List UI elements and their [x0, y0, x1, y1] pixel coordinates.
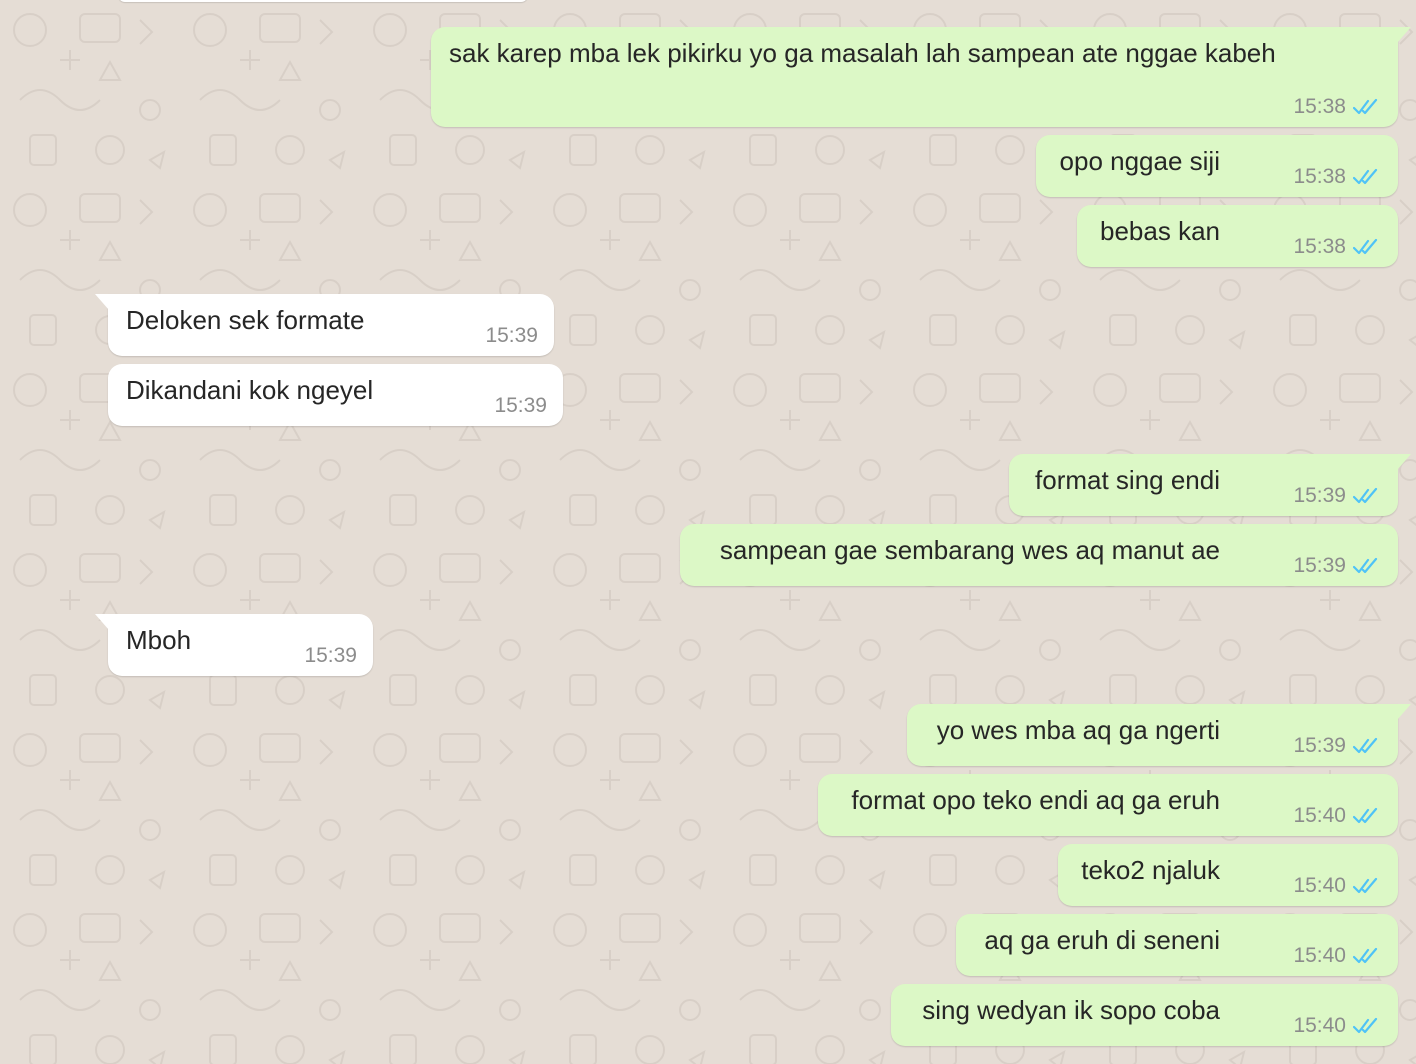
message-meta: 15:39	[494, 394, 547, 418]
double-check-read-icon	[1353, 877, 1378, 894]
message-time: 15:38	[1293, 165, 1346, 188]
message-text: Mboh	[126, 625, 192, 655]
message-meta: 15:39	[485, 324, 538, 348]
message-meta: 15:40	[1293, 944, 1382, 968]
message-time: 15:40	[1293, 874, 1346, 897]
message-meta: 15:40	[1293, 874, 1382, 898]
message-text: sampean gae sembarang wes aq manut ae	[719, 535, 1220, 565]
double-check-read-icon	[1353, 947, 1378, 964]
outgoing-message[interactable]: teko2 njaluk 15:40	[1058, 844, 1398, 906]
message-text: format opo teko endi aq ga eruh	[851, 785, 1220, 815]
outgoing-message[interactable]: format opo teko endi aq ga eruh 15:40	[818, 774, 1398, 836]
message-time: 15:40	[1293, 1014, 1346, 1037]
message-time: 15:39	[1293, 734, 1346, 757]
message-text: opo nggae siji	[1059, 146, 1220, 176]
message-text: sing wedyan ik sopo coba	[922, 995, 1220, 1025]
message-text: yo wes mba aq ga ngerti	[936, 715, 1220, 745]
outgoing-message[interactable]: bebas kan 15:38	[1077, 205, 1398, 267]
outgoing-message[interactable]: aq ga eruh di seneni 15:40	[956, 914, 1398, 976]
message-meta: 15:38	[1293, 95, 1382, 119]
double-check-read-icon	[1353, 487, 1378, 504]
message-time: 15:40	[1293, 804, 1346, 827]
message-text: Deloken sek formate	[126, 305, 365, 335]
incoming-message[interactable]: Deloken sek formate 15:39	[95, 294, 554, 356]
message-meta: 15:39	[1293, 734, 1382, 758]
message-text: Dikandani kok ngeyel	[126, 375, 374, 405]
double-check-read-icon	[1353, 737, 1378, 754]
message-time: 15:40	[1293, 944, 1346, 967]
double-check-read-icon	[1353, 238, 1378, 255]
incoming-message[interactable]: Dikandani kok ngeyel 15:39	[108, 364, 563, 426]
message-text: format sing endi	[1035, 465, 1220, 495]
message-text: teko2 njaluk	[1081, 855, 1220, 885]
message-meta: 15:39	[1293, 484, 1382, 508]
double-check-read-icon	[1353, 807, 1378, 824]
message-meta: 15:40	[1293, 1014, 1382, 1038]
double-check-read-icon	[1353, 98, 1378, 115]
message-time: 15:39	[1293, 484, 1346, 507]
message-text: aq ga eruh di seneni	[984, 925, 1220, 955]
message-time: 15:38	[1293, 235, 1346, 258]
double-check-read-icon	[1353, 557, 1378, 574]
message-meta: 15:38	[1293, 235, 1382, 259]
message-time: 15:39	[1293, 554, 1346, 577]
double-check-read-icon	[1353, 168, 1378, 185]
message-time: 15:39	[304, 644, 357, 667]
message-time: 15:38	[1293, 95, 1346, 118]
outgoing-message[interactable]: sak karep mba lek pikirku yo ga masalah …	[431, 27, 1411, 127]
message-text: sak karep mba lek pikirku yo ga masalah …	[449, 38, 1276, 68]
outgoing-message[interactable]: format sing endi 15:39	[1009, 454, 1411, 516]
message-meta: 15:39	[304, 644, 357, 668]
message-meta: 15:39	[1293, 554, 1382, 578]
outgoing-message[interactable]: opo nggae siji 15:38	[1036, 135, 1398, 197]
outgoing-message[interactable]: sampean gae sembarang wes aq manut ae 15…	[680, 524, 1398, 586]
message-time: 15:39	[485, 324, 538, 347]
double-check-read-icon	[1353, 1017, 1378, 1034]
outgoing-message[interactable]: yo wes mba aq ga ngerti 15:39	[907, 704, 1411, 766]
message-time: 15:39	[494, 394, 547, 417]
incoming-message[interactable]: Mboh 15:39	[95, 614, 373, 676]
message-meta: 15:40	[1293, 804, 1382, 828]
message-meta: 15:38	[1293, 165, 1382, 189]
message-text: bebas kan	[1100, 216, 1220, 246]
previous-message-edge	[118, 0, 528, 2]
outgoing-message[interactable]: sing wedyan ik sopo coba 15:40	[891, 984, 1398, 1046]
